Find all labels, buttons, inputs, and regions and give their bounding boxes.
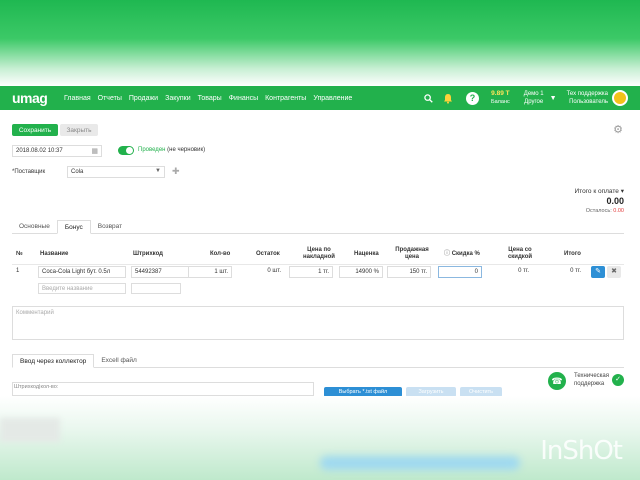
chevron-down-icon: ▼ <box>155 168 161 174</box>
balance-widget[interactable]: 9.89 Т Баланс <box>491 90 510 106</box>
avatar[interactable] <box>612 90 628 106</box>
discount-input[interactable]: 0 <box>438 266 482 278</box>
tech-support-line1: Техническая <box>574 373 610 379</box>
markup-input[interactable]: 14900 % <box>339 266 383 278</box>
edit-row-button[interactable]: ✎ <box>591 266 605 278</box>
total-to-pay-label: Итого к оплате <box>574 188 619 195</box>
app-screen: umag Главная Отчеты Продажи Закупки Това… <box>0 86 640 396</box>
import-tabs: Ввод через коллектор Excell файл <box>12 354 624 368</box>
bell-icon[interactable] <box>440 90 456 106</box>
umag-logo[interactable]: umag <box>12 90 64 106</box>
nav-item-management[interactable]: Управление <box>313 95 352 102</box>
column-header-discount: ⓘ Скидка % <box>444 251 480 258</box>
save-button[interactable]: Сохранить <box>12 124 58 136</box>
user-name: Тех поддержка <box>566 91 608 97</box>
nav-item-purchases[interactable]: Закупки <box>165 95 191 102</box>
tab-main[interactable]: Основные <box>12 220 57 234</box>
tech-support-line2: поддержка <box>574 381 605 387</box>
posted-status: Проведен (не черновик) <box>138 147 205 153</box>
help-icon[interactable]: ? <box>466 91 480 105</box>
total-to-pay-value: 0.00 <box>606 196 624 206</box>
blurred-overlay <box>320 456 520 470</box>
blurred-overlay <box>0 418 60 442</box>
tab-bonus[interactable]: Бонус <box>56 220 91 234</box>
new-product-barcode-input[interactable] <box>131 283 181 294</box>
discounted-price-value: 0 тг. <box>518 268 529 274</box>
user-menu[interactable]: Тех поддержка Пользователь <box>567 90 608 106</box>
choose-txt-file-button[interactable]: Выбрать *.txt файл <box>324 387 402 396</box>
tech-support-widget[interactable]: ☎ Техническая поддержка ✓ <box>548 368 628 392</box>
remaining-value: 0.00 <box>613 208 624 214</box>
shield-icon: ✓ <box>612 374 624 386</box>
row-total-value: 0 тг. <box>570 268 581 274</box>
column-header-discount-label: Скидка % <box>451 251 480 257</box>
load-button[interactable]: Загрузить <box>406 387 456 396</box>
video-frame-top-band <box>0 0 640 86</box>
clear-button[interactable]: Очистить <box>460 387 502 396</box>
nav-item-reports[interactable]: Отчеты <box>98 95 122 102</box>
sale-price-input[interactable]: 150 тг. <box>387 266 431 278</box>
calendar-icon[interactable]: ▦ <box>91 147 98 155</box>
remaining-label: Осталось: <box>585 208 612 214</box>
date-value: 2018.08.02 10:37 <box>16 148 63 154</box>
document-tabs: Основные Бонус Возврат <box>12 220 624 234</box>
new-product-name-input[interactable]: Введите название <box>38 283 126 294</box>
close-button[interactable]: Закрыть <box>60 124 98 136</box>
store-name: Демо 1 <box>523 91 544 97</box>
column-header-total: Итого <box>564 251 581 257</box>
nav-item-home[interactable]: Главная <box>64 95 91 102</box>
navbar-right: ? 9.89 Т Баланс Демо 1 Другое ▼ Тех подд… <box>420 86 640 110</box>
inshot-watermark: InShOt <box>540 436 623 466</box>
posted-toggle[interactable] <box>118 146 134 155</box>
total-to-pay-dropdown[interactable]: Итого к оплате ▾ <box>575 187 625 195</box>
column-header-invoice-price: Цена по накладной <box>303 247 335 260</box>
balance-value: 9.89 Т <box>491 90 510 97</box>
add-supplier-icon[interactable]: ✚ <box>172 166 180 177</box>
tab-return[interactable]: Возврат <box>91 220 129 234</box>
column-header-name[interactable]: Название <box>40 251 68 258</box>
stock-value: 0 шт. <box>267 268 281 274</box>
nav-item-products[interactable]: Товары <box>198 95 222 102</box>
balance-label: Баланс <box>491 99 510 105</box>
top-navbar: umag Главная Отчеты Продажи Закупки Това… <box>0 86 640 110</box>
posted-status-label: Проведен <box>138 147 166 153</box>
column-header-stock: Остаток <box>256 251 280 257</box>
date-input[interactable]: 2018.08.02 10:37 ▦ <box>12 145 102 157</box>
qty-input[interactable]: 1 шт. <box>188 266 232 278</box>
caret-down-icon: ▾ <box>620 188 624 195</box>
supplier-label: *Поставщик <box>12 169 46 175</box>
row-num: 1 <box>16 268 20 274</box>
nav-item-sales[interactable]: Продажи <box>129 95 158 102</box>
nav-item-finance[interactable]: Финансы <box>229 95 258 102</box>
column-header-discounted-price: Цена со скидкой <box>507 247 533 260</box>
user-role: Пользователь <box>569 99 608 105</box>
header-divider <box>12 264 624 265</box>
column-header-sale-price: Продажная цена <box>395 247 429 260</box>
posted-status-note: (не черновик) <box>167 147 206 153</box>
barcode-input[interactable]: 54492387 <box>131 266 189 278</box>
supplier-value: Cola <box>71 169 84 175</box>
product-name-input[interactable]: Coca-Cola Light бут. 0.5л <box>38 266 126 278</box>
tech-support-text: Техническая поддержка <box>574 372 609 388</box>
supplier-select[interactable]: Cola ▼ <box>67 166 165 178</box>
column-header-markup: Наценка <box>354 251 379 257</box>
column-header-qty: Кол-во <box>210 251 231 257</box>
gear-icon[interactable]: ⚙ <box>612 124 624 136</box>
invoice-price-input[interactable]: 1 тг. <box>289 266 333 278</box>
tab-collector-input[interactable]: Ввод через коллектор <box>12 354 95 368</box>
comment-textarea[interactable]: Комментарий <box>12 306 624 340</box>
store-selector[interactable]: Демо 1 Другое <box>524 90 544 106</box>
delete-row-button[interactable]: ✖ <box>607 266 621 278</box>
barcode-collector-label: Штрихкод|кол-во: <box>14 384 59 390</box>
headset-icon: ☎ <box>548 372 566 390</box>
chevron-down-icon[interactable]: ▼ <box>550 95 557 102</box>
info-icon[interactable]: ⓘ <box>444 251 450 257</box>
column-header-num: № <box>16 251 23 257</box>
column-header-barcode[interactable]: Штрихкод <box>133 251 163 258</box>
remaining-amount: Осталось: 0.00 <box>586 208 624 214</box>
nav-item-counterparties[interactable]: Контрагенты <box>265 95 306 102</box>
store-subtitle: Другое <box>524 99 544 105</box>
search-icon[interactable] <box>420 90 436 106</box>
tab-excel-file[interactable]: Excell файл <box>94 354 144 368</box>
